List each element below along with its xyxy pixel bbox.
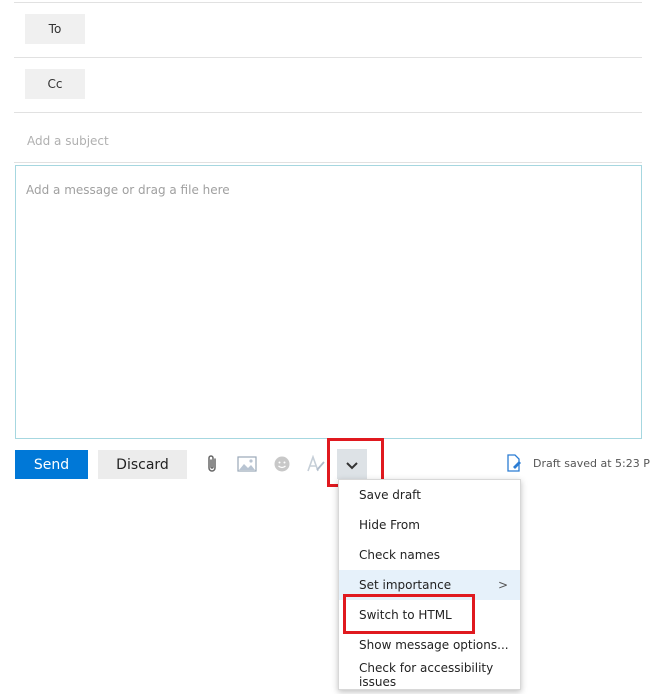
to-divider — [14, 57, 642, 58]
cc-button[interactable]: Cc — [25, 69, 85, 99]
draft-saved-status: Draft saved at 5:23 PM — [533, 457, 650, 470]
to-button[interactable]: To — [25, 14, 85, 44]
subject-divider — [14, 162, 642, 163]
menu-item-check-accessibility[interactable]: Check for accessibility issues — [339, 660, 520, 690]
subject-input[interactable]: Add a subject — [27, 134, 109, 148]
menu-item-save-draft[interactable]: Save draft — [339, 480, 520, 510]
emoji-icon[interactable] — [271, 452, 293, 476]
menu-item-hide-from[interactable]: Hide From — [339, 510, 520, 540]
cc-divider — [14, 112, 642, 113]
message-body-placeholder: Add a message or drag a file here — [26, 183, 230, 197]
send-button[interactable]: Send — [15, 450, 88, 479]
image-icon[interactable] — [236, 452, 258, 476]
draft-saved-icon — [506, 454, 522, 472]
format-icon[interactable] — [304, 452, 326, 476]
menu-item-set-importance-label: Set importance — [359, 578, 452, 592]
discard-button[interactable]: Discard — [98, 450, 187, 479]
more-options-menu: Save draft Hide From Check names Set imp… — [338, 479, 521, 690]
chevron-right-icon: > — [497, 578, 508, 592]
message-body[interactable]: Add a message or drag a file here — [15, 165, 642, 439]
top-divider — [14, 2, 642, 3]
menu-item-show-message-options[interactable]: Show message options... — [339, 630, 520, 660]
highlight-switch-to-html — [343, 594, 475, 634]
menu-item-check-names[interactable]: Check names — [339, 540, 520, 570]
paperclip-icon[interactable] — [201, 452, 223, 476]
